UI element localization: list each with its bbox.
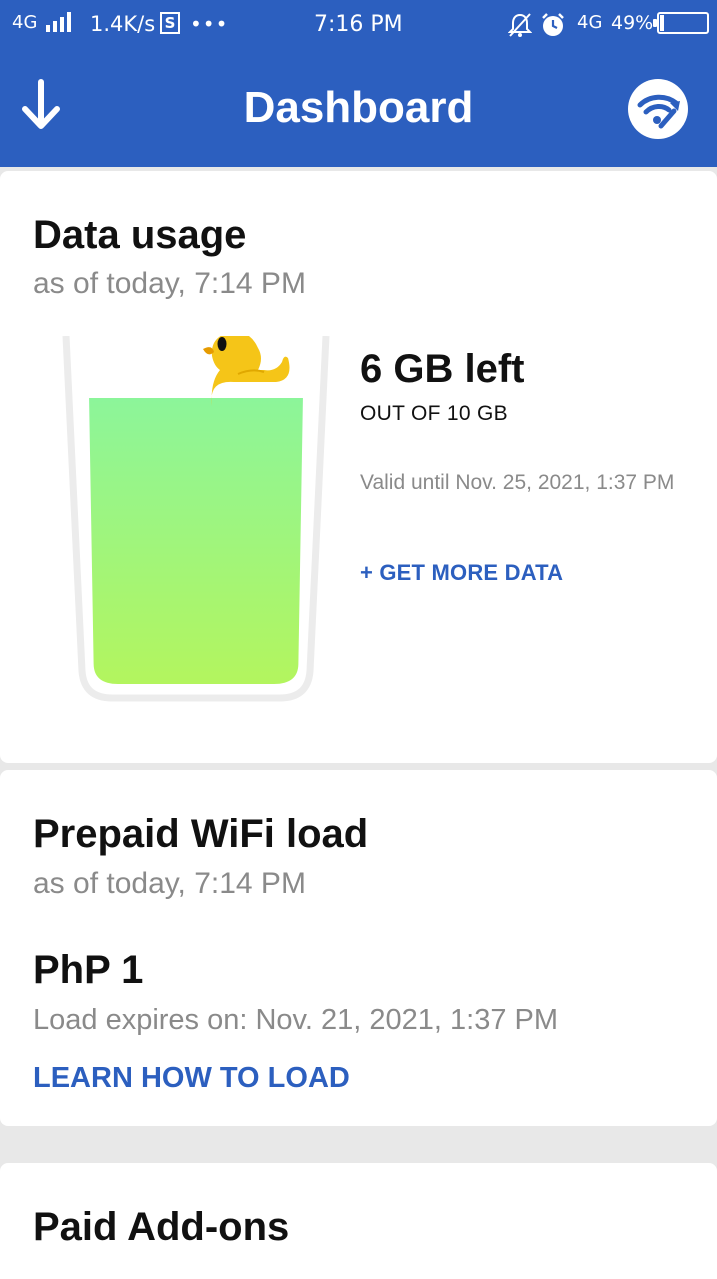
s-app-icon: S	[160, 12, 180, 34]
network-type-label: 4G	[12, 12, 38, 33]
app-bar: Dashboard	[0, 50, 717, 167]
data-total-amount: OUT OF 10 GB	[360, 402, 508, 425]
wifi-settings-button[interactable]	[628, 79, 688, 139]
data-remaining-amount: 6 GB left	[360, 347, 525, 391]
data-usage-timestamp: as of today, 7:14 PM	[33, 267, 306, 300]
battery-percent: 49%	[611, 12, 654, 34]
data-glass-gauge	[62, 336, 330, 702]
signal-icon	[46, 12, 71, 32]
prepaid-wifi-card: Prepaid WiFi load as of today, 7:14 PM P…	[0, 770, 717, 1126]
load-expiry: Load expires on: Nov. 21, 2021, 1:37 PM	[33, 1004, 559, 1036]
network-type-label-2: 4G	[577, 12, 603, 33]
more-notifications-icon: •••	[190, 12, 229, 36]
get-more-data-link[interactable]: + GET MORE DATA	[360, 560, 563, 586]
status-bar: 4G 1.4K/s S ••• 7:16 PM 4G 49%	[0, 0, 717, 50]
wifi-wrench-icon	[637, 94, 680, 129]
data-validity: Valid until Nov. 25, 2021, 1:37 PM	[360, 471, 675, 494]
prepaid-wifi-timestamp: as of today, 7:14 PM	[33, 867, 306, 900]
page-title: Dashboard	[243, 83, 474, 132]
status-time: 7:16 PM	[314, 12, 403, 37]
prepaid-wifi-title: Prepaid WiFi load	[33, 812, 369, 856]
rubber-duck-icon	[203, 336, 290, 406]
data-usage-title: Data usage	[33, 213, 247, 257]
data-remaining-liquid	[89, 398, 303, 684]
data-usage-card: Data usage as of today, 7:14 PM 6 GB lef…	[0, 171, 717, 763]
bell-off-icon	[508, 13, 532, 37]
battery-icon	[653, 12, 709, 34]
alarm-icon	[542, 13, 564, 36]
network-speed: 1.4K/s	[90, 12, 156, 36]
paid-addons-card: Paid Add-ons	[0, 1163, 717, 1279]
load-balance: PhP 1	[33, 948, 144, 992]
learn-how-to-load-link[interactable]: LEARN HOW TO LOAD	[33, 1062, 350, 1095]
paid-addons-title: Paid Add-ons	[33, 1205, 290, 1249]
